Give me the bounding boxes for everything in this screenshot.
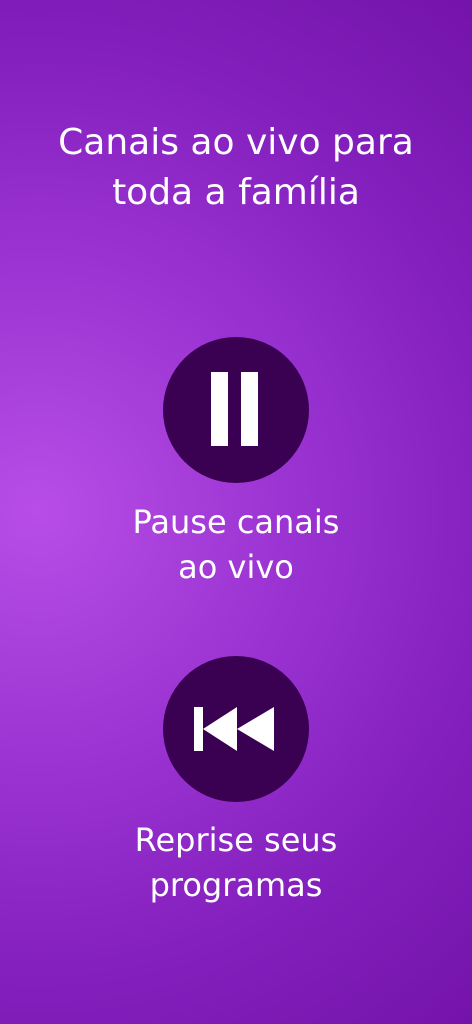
pause-live-caption: Pause canais ao vivo bbox=[0, 500, 472, 590]
pause-caption-line-2: ao vivo bbox=[178, 548, 294, 586]
replay-programs-button[interactable] bbox=[163, 656, 309, 802]
replay-caption-line-2: programas bbox=[149, 866, 323, 904]
replay-caption-line-1: Reprise seus bbox=[134, 821, 338, 859]
replay-programs-caption: Reprise seus programas bbox=[0, 818, 472, 908]
pause-caption-line-1: Pause canais bbox=[132, 503, 340, 541]
headline-line-2: toda a família bbox=[112, 172, 360, 213]
headline: Canais ao vivo para toda a família bbox=[0, 118, 472, 218]
headline-line-1: Canais ao vivo para bbox=[58, 122, 414, 163]
pause-live-button[interactable] bbox=[163, 337, 309, 483]
pause-icon bbox=[211, 372, 261, 448]
rewind-icon bbox=[194, 703, 278, 755]
